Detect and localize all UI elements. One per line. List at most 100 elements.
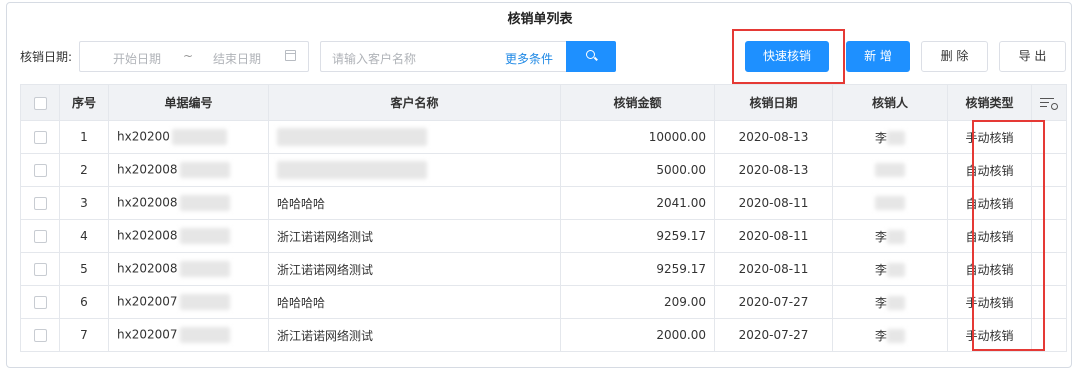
row-checkbox[interactable] bbox=[33, 131, 47, 144]
row-type: 自动核销 bbox=[947, 186, 1032, 220]
redacted-block bbox=[179, 195, 230, 211]
redacted-block bbox=[875, 163, 905, 178]
row-checkbox-cell[interactable] bbox=[20, 120, 60, 154]
row-user-text: 李 bbox=[874, 262, 887, 277]
row-doc-no-text: hx202008 bbox=[117, 162, 178, 177]
row-user bbox=[832, 153, 948, 187]
redacted-block bbox=[277, 128, 427, 146]
redacted-block bbox=[887, 329, 905, 343]
row-checkbox-cell[interactable] bbox=[20, 186, 60, 220]
row-index: 1 bbox=[59, 120, 109, 154]
row-checkbox[interactable] bbox=[33, 230, 47, 243]
row-checkbox[interactable] bbox=[33, 263, 47, 276]
row-customer bbox=[268, 153, 561, 187]
row-date: 2020-08-13 bbox=[714, 153, 833, 187]
select-all-checkbox[interactable] bbox=[33, 96, 47, 110]
row-checkbox-cell[interactable] bbox=[20, 219, 60, 253]
redacted-block bbox=[179, 294, 230, 310]
row-checkbox-cell[interactable] bbox=[20, 318, 60, 352]
table-row[interactable]: 6 hx202007 哈哈哈哈 209.00 2020-07-27 李 手动核销 bbox=[20, 285, 1067, 319]
date-start-placeholder[interactable]: 开始日期 bbox=[113, 50, 161, 67]
row-date: 2020-08-11 bbox=[714, 252, 833, 286]
row-doc-no: hx20200 bbox=[108, 120, 269, 154]
row-doc-no: hx202008 bbox=[108, 186, 269, 220]
redacted-block bbox=[171, 129, 227, 145]
row-type: 自动核销 bbox=[947, 153, 1032, 187]
row-doc-no: hx202008 bbox=[108, 252, 269, 286]
row-doc-no-text: hx202008 bbox=[117, 195, 178, 210]
search-button[interactable] bbox=[566, 41, 616, 72]
row-index: 6 bbox=[59, 285, 109, 319]
row-user-text: 李 bbox=[874, 295, 887, 310]
row-customer: 浙江诺诺网络测试 bbox=[268, 219, 561, 253]
row-checkbox[interactable] bbox=[33, 296, 47, 309]
customer-search-input[interactable]: 请输入客户名称 更多条件 bbox=[320, 41, 566, 72]
row-customer: 哈哈哈哈 bbox=[268, 285, 561, 319]
redacted-block bbox=[887, 230, 905, 244]
row-customer: 浙江诺诺网络测试 bbox=[268, 252, 561, 286]
export-button[interactable]: 导 出 bbox=[999, 41, 1066, 72]
table-row[interactable]: 4 hx202008 浙江诺诺网络测试 9259.17 2020-08-11 李… bbox=[20, 219, 1067, 253]
column-header-index: 序号 bbox=[59, 84, 109, 121]
table-row[interactable]: 1 hx20200 10000.00 2020-08-13 李 手动核销 bbox=[20, 120, 1067, 154]
more-conditions-link[interactable]: 更多条件 bbox=[505, 50, 553, 67]
table-row[interactable]: 2 hx202008 5000.00 2020-08-13 自动核销 bbox=[20, 153, 1067, 187]
redacted-block bbox=[875, 196, 905, 211]
row-date: 2020-07-27 bbox=[714, 318, 833, 352]
table-row[interactable]: 3 hx202008 哈哈哈哈 2041.00 2020-08-11 自动核销 bbox=[20, 186, 1067, 220]
row-spacer bbox=[1031, 219, 1067, 253]
page-title: 核销单列表 bbox=[507, 12, 573, 27]
row-doc-no-text: hx202007 bbox=[117, 294, 178, 309]
row-doc-no-text: hx202008 bbox=[117, 261, 178, 276]
row-doc-no-text: hx20200 bbox=[117, 129, 170, 144]
column-header-amount: 核销金额 bbox=[560, 84, 715, 121]
row-date: 2020-07-27 bbox=[714, 285, 833, 319]
row-user: 李 bbox=[832, 252, 948, 286]
row-user-text: 李 bbox=[874, 130, 887, 145]
redacted-block bbox=[887, 296, 905, 310]
row-checkbox[interactable] bbox=[33, 164, 47, 177]
row-doc-no: hx202008 bbox=[108, 219, 269, 253]
row-user: 李 bbox=[832, 285, 948, 319]
row-user: 李 bbox=[832, 318, 948, 352]
row-checkbox-cell[interactable] bbox=[20, 252, 60, 286]
table-row[interactable]: 5 hx202008 浙江诺诺网络测试 9259.17 2020-08-11 李… bbox=[20, 252, 1067, 286]
row-index: 4 bbox=[59, 219, 109, 253]
date-end-placeholder[interactable]: 结束日期 bbox=[213, 50, 261, 67]
add-button[interactable]: 新 增 bbox=[846, 41, 910, 72]
quick-writeoff-button[interactable]: 快速核销 bbox=[745, 41, 829, 72]
row-doc-no-text: hx202008 bbox=[117, 228, 178, 243]
row-index: 7 bbox=[59, 318, 109, 352]
redacted-block bbox=[887, 263, 905, 277]
writeoff-table: 序号 单据编号 客户名称 核销金额 核销日期 核销人 核销类型 1 hx2020… bbox=[20, 84, 1067, 352]
row-checkbox[interactable] bbox=[33, 197, 47, 210]
column-settings-cell[interactable] bbox=[1031, 84, 1067, 121]
row-checkbox-cell[interactable] bbox=[20, 153, 60, 187]
row-amount: 9259.17 bbox=[560, 219, 715, 253]
row-spacer bbox=[1031, 318, 1067, 352]
row-index: 3 bbox=[59, 186, 109, 220]
search-icon bbox=[586, 50, 595, 59]
delete-button[interactable]: 删 除 bbox=[921, 41, 988, 72]
row-user bbox=[832, 186, 948, 220]
row-user: 李 bbox=[832, 120, 948, 154]
row-spacer bbox=[1031, 186, 1067, 220]
select-all-checkbox-cell[interactable] bbox=[20, 84, 60, 121]
column-header-type: 核销类型 bbox=[947, 84, 1032, 121]
redacted-block bbox=[179, 261, 230, 277]
redacted-block bbox=[179, 327, 230, 343]
row-spacer bbox=[1031, 285, 1067, 319]
row-checkbox-cell[interactable] bbox=[20, 285, 60, 319]
date-filter-label: 核销日期: bbox=[20, 50, 73, 64]
date-range-picker[interactable]: 开始日期 ~ 结束日期 bbox=[79, 41, 309, 72]
row-doc-no: hx202007 bbox=[108, 318, 269, 352]
table-row[interactable]: 7 hx202007 浙江诺诺网络测试 2000.00 2020-07-27 李… bbox=[20, 318, 1067, 352]
row-type: 自动核销 bbox=[947, 252, 1032, 286]
row-checkbox[interactable] bbox=[33, 329, 47, 342]
row-type: 手动核销 bbox=[947, 285, 1032, 319]
row-amount: 209.00 bbox=[560, 285, 715, 319]
calendar-icon[interactable] bbox=[285, 50, 296, 61]
row-amount: 2000.00 bbox=[560, 318, 715, 352]
column-header-doc-no: 单据编号 bbox=[108, 84, 269, 121]
column-settings-icon[interactable] bbox=[1040, 97, 1058, 110]
